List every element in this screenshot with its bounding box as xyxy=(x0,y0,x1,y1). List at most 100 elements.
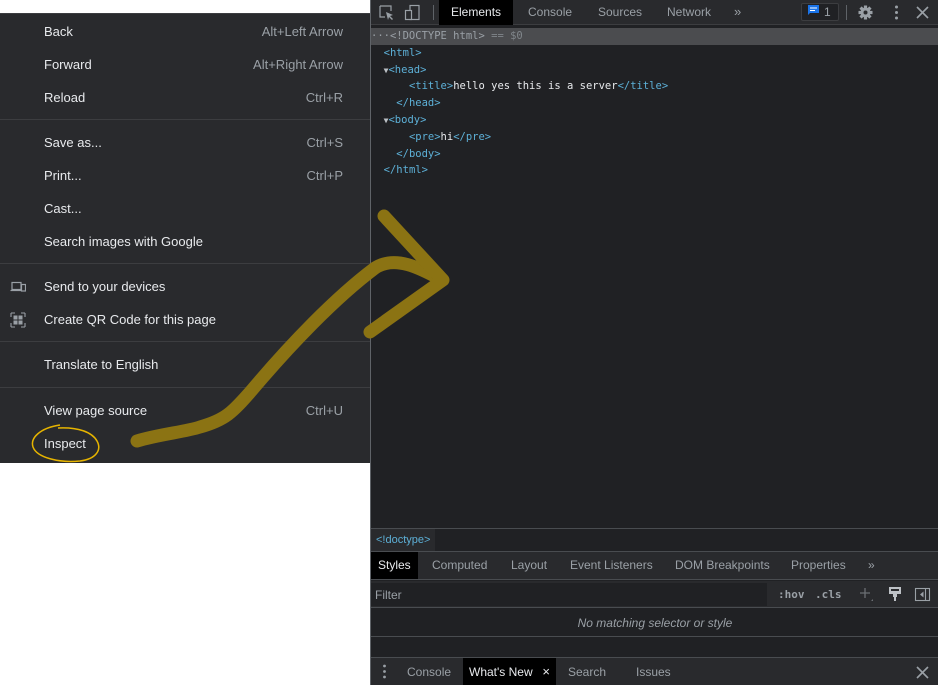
menu-item-save-as[interactable]: Save as... Ctrl+S xyxy=(0,126,370,159)
hov-toggle[interactable]: :hov xyxy=(778,581,805,608)
drawer-tab-label: What's New xyxy=(469,665,533,679)
tab-styles[interactable]: Styles xyxy=(371,552,418,579)
pre-text: hi xyxy=(440,130,454,143)
context-menu: Back Alt+Left Arrow Forward Alt+Right Ar… xyxy=(0,13,370,463)
tag-text: </head> xyxy=(396,97,441,110)
issues-badge[interactable]: 1 xyxy=(801,3,839,21)
drawer-tabbar: Console What's New × Search Issues xyxy=(371,657,938,685)
tab-sources[interactable]: Sources xyxy=(586,0,654,25)
dom-node-title[interactable]: <title>hello yes this is a server</title… xyxy=(371,78,938,95)
menu-item-search-images[interactable]: Search images with Google xyxy=(0,225,370,258)
drawer-menu-icon[interactable] xyxy=(376,663,393,680)
menu-item-print[interactable]: Print... Ctrl+P xyxy=(0,159,370,192)
issues-count: 1 xyxy=(824,5,831,19)
drawer-tab-console[interactable]: Console xyxy=(401,658,457,685)
drawer-tab-whats-new[interactable]: What's New × xyxy=(463,658,556,685)
dom-node-head[interactable]: ▼<head> xyxy=(371,62,938,79)
dom-node-html-close[interactable]: </html> xyxy=(371,162,938,179)
tag-text: </pre> xyxy=(453,130,492,143)
menu-label: Cast... xyxy=(44,201,82,216)
menu-item-reload[interactable]: Reload Ctrl+R xyxy=(0,81,370,114)
tag-text: <html> xyxy=(383,46,422,59)
device-toolbar-icon[interactable] xyxy=(404,4,421,21)
tag-text: <head> xyxy=(388,63,427,76)
close-drawer-icon[interactable] xyxy=(914,664,931,681)
menu-shortcut: Alt+Right Arrow xyxy=(253,57,343,72)
menu-item-send-to-devices[interactable]: Send to your devices xyxy=(0,270,370,303)
tag-text: <body> xyxy=(388,113,427,126)
title-text: hello yes this is a server xyxy=(453,80,618,93)
menu-label: Reload xyxy=(44,90,86,105)
menu-label: Forward xyxy=(44,57,92,72)
styles-filter-input[interactable] xyxy=(371,583,767,606)
tab-layout[interactable]: Layout xyxy=(504,552,554,579)
menu-item-forward[interactable]: Forward Alt+Right Arrow xyxy=(0,48,370,81)
menu-label: View page source xyxy=(44,403,148,418)
dom-tree: ···<!DOCTYPE html> == $0 <html> ▼<head> … xyxy=(371,28,938,179)
more-styles-tabs-button[interactable]: » xyxy=(861,552,882,579)
new-style-rule-icon[interactable] xyxy=(858,586,875,603)
drawer-tab-search[interactable]: Search xyxy=(562,658,612,685)
menu-label: Send to your devices xyxy=(44,279,166,294)
tab-event-listeners[interactable]: Event Listeners xyxy=(563,552,660,579)
qr-code-icon xyxy=(10,311,26,328)
styles-tabbar: Styles Computed Layout Event Listeners D… xyxy=(371,552,938,580)
toggle-sidebar-icon[interactable] xyxy=(914,586,931,603)
breadcrumb-item-doctype[interactable]: <!doctype> xyxy=(371,529,436,551)
menu-separator xyxy=(0,263,370,264)
menu-item-back[interactable]: Back Alt+Left Arrow xyxy=(0,15,370,48)
menu-label: Save as... xyxy=(44,135,102,150)
menu-label: Back xyxy=(44,24,73,39)
tab-network[interactable]: Network xyxy=(655,0,723,25)
cls-toggle[interactable]: .cls xyxy=(815,581,842,608)
menu-item-cast[interactable]: Cast... xyxy=(0,192,370,225)
menu-item-create-qr-code[interactable]: Create QR Code for this page xyxy=(0,303,370,336)
tab-dom-breakpoints[interactable]: DOM Breakpoints xyxy=(668,552,777,579)
tag-text: <title> xyxy=(408,80,454,93)
selected-marker: == $0 xyxy=(491,30,523,42)
menu-shortcut: Ctrl+U xyxy=(305,403,343,418)
breadcrumb: <!doctype> xyxy=(371,528,938,552)
dom-node-body-close[interactable]: </body> xyxy=(371,146,938,163)
dom-node-head-close[interactable]: </head> xyxy=(371,95,938,112)
dom-node-body[interactable]: ▼<body> xyxy=(371,112,938,129)
tab-console[interactable]: Console xyxy=(516,0,584,25)
menu-separator xyxy=(0,341,370,342)
menu-shortcut: Alt+Left Arrow xyxy=(261,24,343,39)
menu-label: Print... xyxy=(44,168,82,183)
drawer-tab-issues[interactable]: Issues xyxy=(630,658,677,685)
tab-properties[interactable]: Properties xyxy=(784,552,853,579)
devices-icon xyxy=(10,279,27,295)
menu-label: Translate to English xyxy=(44,357,159,372)
tab-computed[interactable]: Computed xyxy=(425,552,494,579)
settings-gear-icon[interactable] xyxy=(857,4,874,21)
dom-node-pre[interactable]: <pre>hi</pre> xyxy=(371,129,938,146)
menu-item-translate[interactable]: Translate to English xyxy=(0,348,370,381)
toolbar-separator xyxy=(433,5,434,20)
menu-separator xyxy=(0,387,370,388)
tag-text: </body> xyxy=(396,147,441,160)
toolbar-separator xyxy=(846,5,847,20)
no-matching-styles-message: No matching selector or style xyxy=(371,609,938,637)
more-options-icon[interactable] xyxy=(888,4,905,21)
menu-item-view-page-source[interactable]: View page source Ctrl+U xyxy=(0,394,370,427)
tag-text: </html> xyxy=(383,164,428,177)
more-tabs-button[interactable]: » xyxy=(734,0,741,25)
devtools-toolbar: Elements Console Sources Network » 1 xyxy=(371,0,938,25)
menu-label: Search images with Google xyxy=(44,234,203,249)
devtools-panel: Elements Console Sources Network » 1 ···… xyxy=(370,0,938,685)
dom-node-doctype[interactable]: ···<!DOCTYPE html> == $0 xyxy=(371,28,938,45)
inspect-element-icon[interactable] xyxy=(378,4,395,21)
close-devtools-icon[interactable] xyxy=(914,4,931,21)
doctype-text: <!DOCTYPE html> xyxy=(389,30,485,42)
menu-label: Inspect xyxy=(44,436,86,451)
styles-filter-bar: :hov .cls xyxy=(371,581,938,608)
close-tab-icon[interactable]: × xyxy=(542,658,550,685)
tag-text: </title> xyxy=(617,80,669,93)
menu-shortcut: Ctrl+P xyxy=(306,168,343,183)
tab-elements[interactable]: Elements xyxy=(439,0,514,25)
dom-node-html[interactable]: <html> xyxy=(371,45,938,62)
tag-text: <pre> xyxy=(408,130,441,143)
paint-format-icon[interactable] xyxy=(887,585,904,602)
menu-item-inspect[interactable]: Inspect xyxy=(0,427,370,460)
